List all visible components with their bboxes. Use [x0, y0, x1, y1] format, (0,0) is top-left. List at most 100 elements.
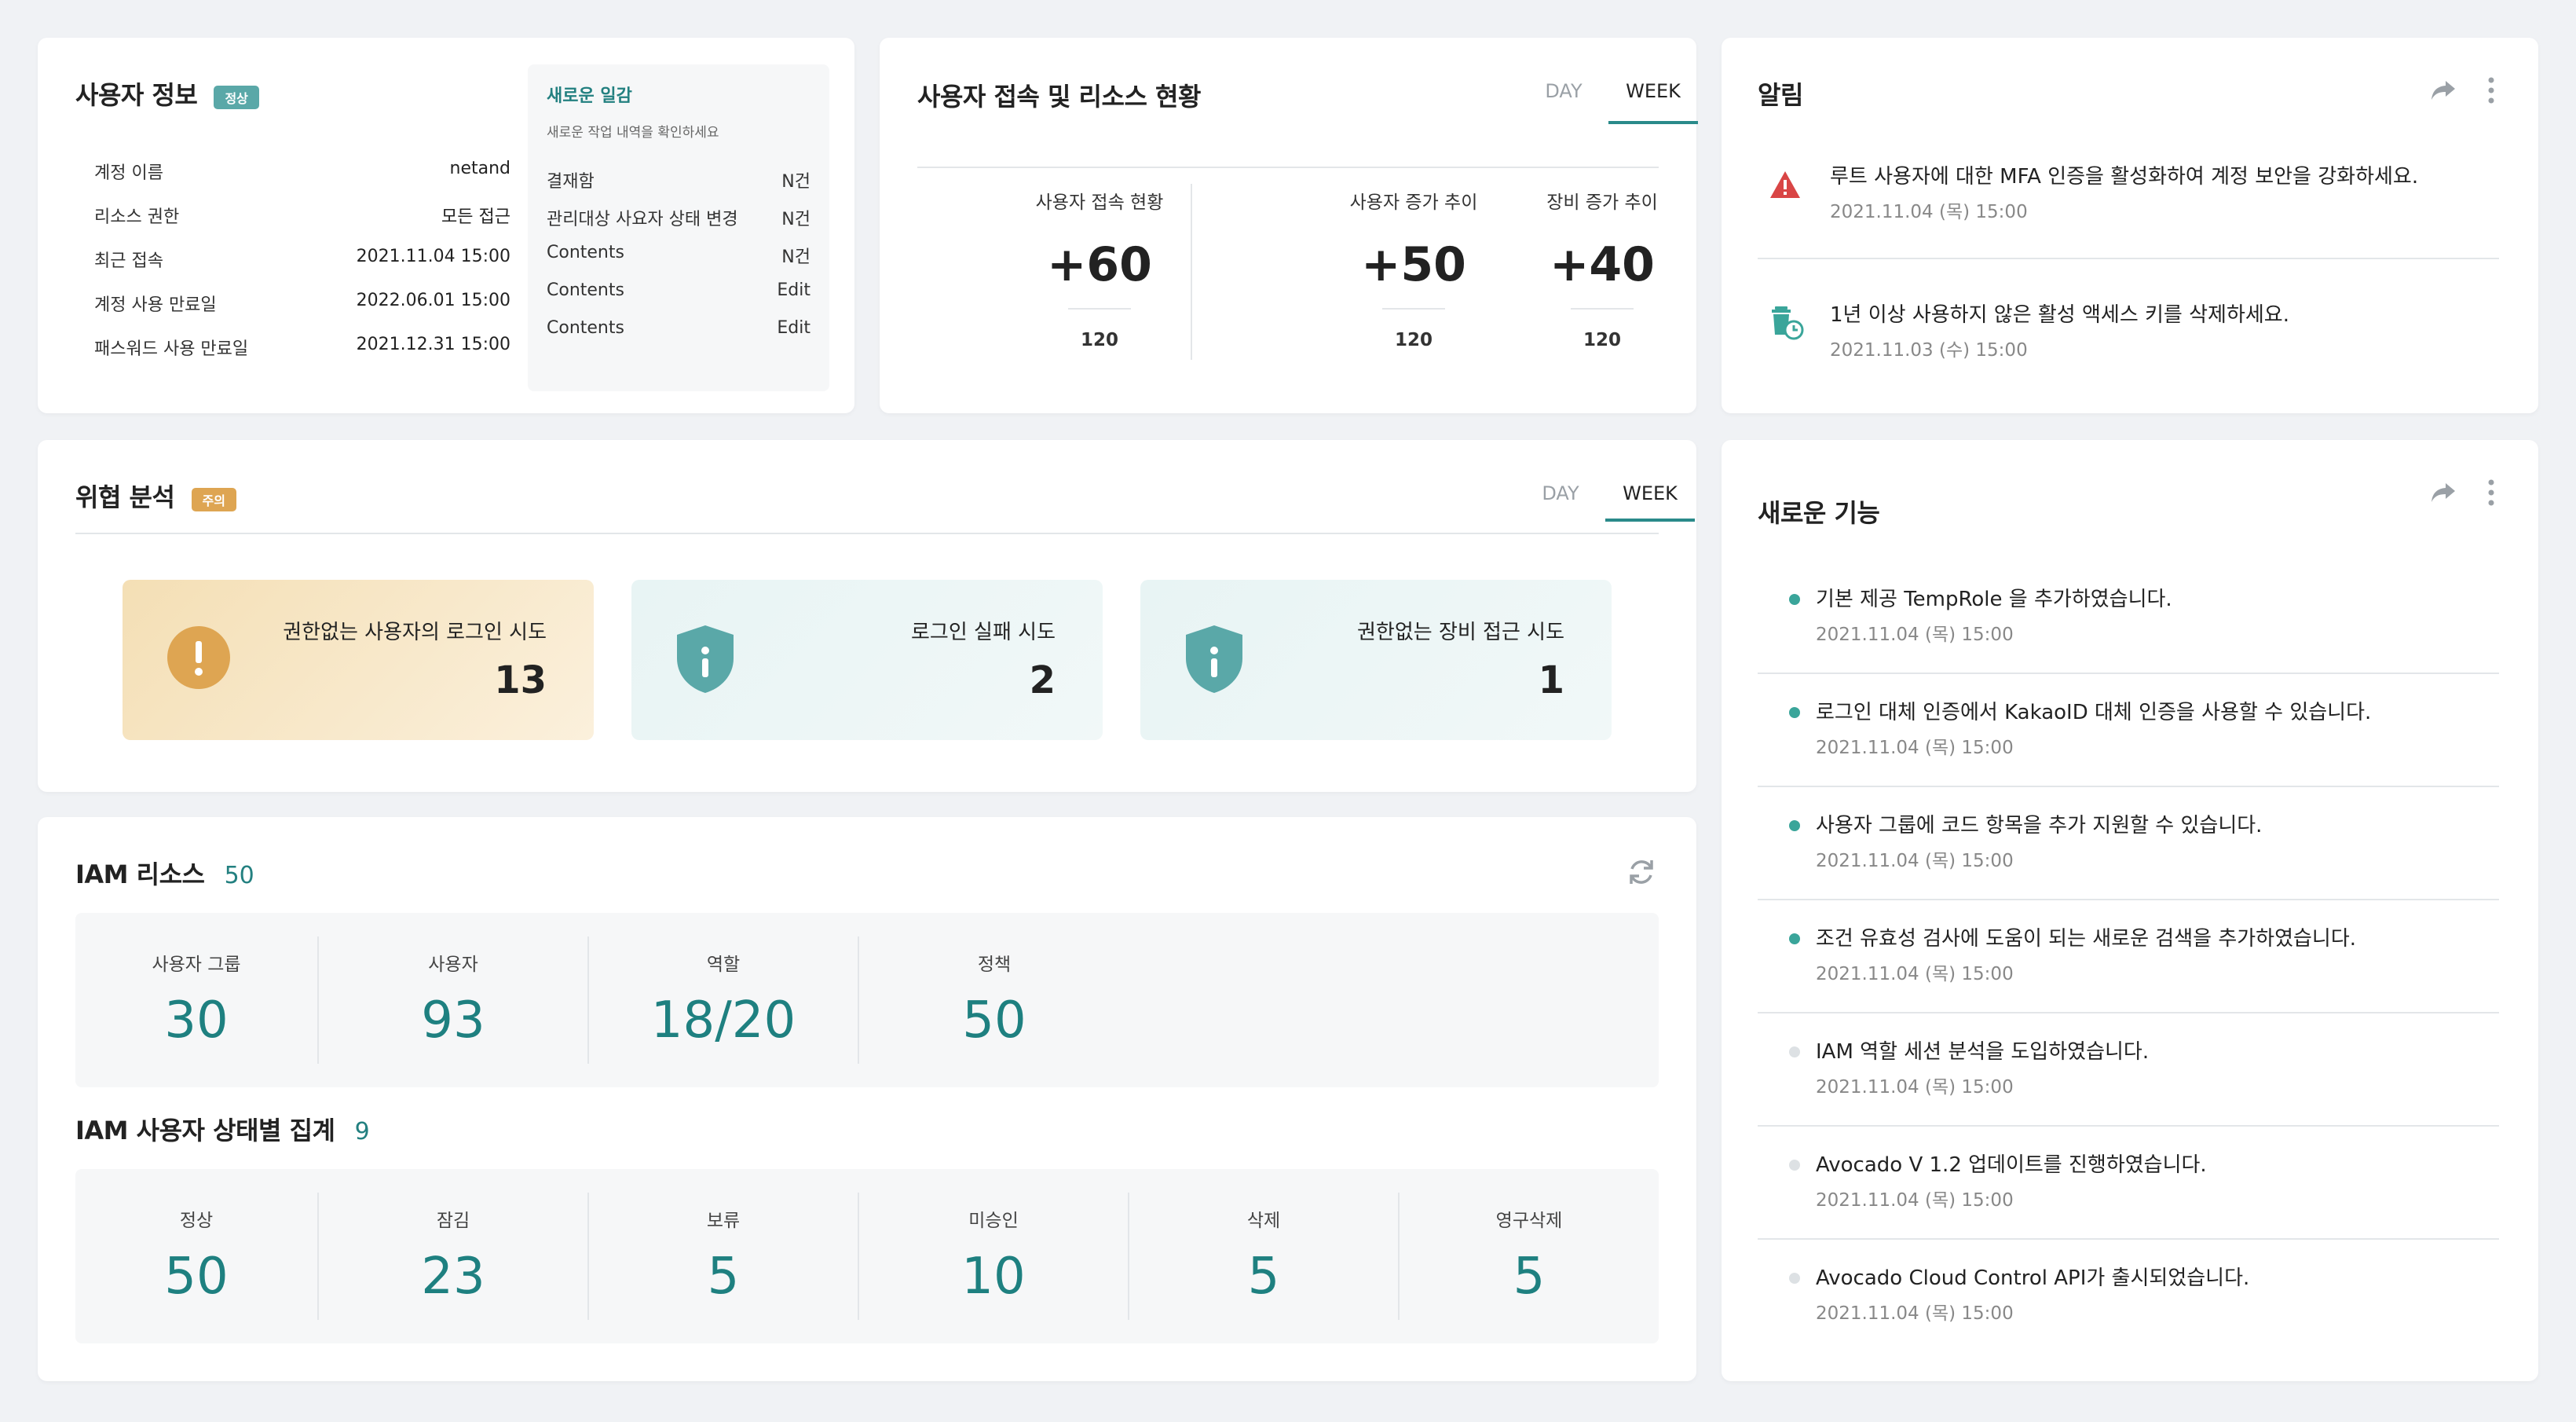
tab-day[interactable]: DAY — [1516, 482, 1605, 522]
stat-label: 장비 증가 추이 — [1546, 192, 1658, 213]
alert-date: 2021.11.03 (수) 15:00 — [1830, 340, 2028, 361]
feature-item[interactable]: 사용자 그룹에 코드 항목을 추가 지원할 수 있습니다. 2021.11.04… — [1758, 809, 2499, 888]
tab-week[interactable]: WEEK — [1605, 482, 1695, 522]
recent-task-row[interactable]: 관리대상 사요자 상태 변경 N건 — [547, 205, 810, 243]
unread-dot-icon — [1789, 820, 1800, 831]
iam-resource-title: IAM 리소스 — [75, 859, 205, 889]
feature-item[interactable]: IAM 역할 세션 분석을 도입하였습니다. 2021.11.04 (목) 15… — [1758, 1035, 2499, 1114]
read-dot-icon — [1789, 1046, 1800, 1057]
iam-label: 잠김 — [436, 1211, 470, 1231]
recent-task-label: Contents — [547, 243, 624, 262]
feature-item[interactable]: Avocado V 1.2 업데이트를 진행하였습니다. 2021.11.04 … — [1758, 1149, 2499, 1227]
iam-resource-user[interactable]: 사용자 93 — [319, 936, 589, 1064]
stat-value: +60 — [1047, 237, 1152, 292]
shield-info-icon — [1184, 624, 1244, 698]
stat-user-access: 사용자 접속 현황 +60 120 — [950, 187, 1249, 350]
divider — [1758, 786, 2499, 787]
user-info-title: 사용자 정보 — [75, 80, 198, 110]
share-icon[interactable] — [2430, 482, 2457, 507]
info-row-account-name: 계정 이름 netand — [94, 159, 510, 203]
more-vertical-icon[interactable] — [2488, 77, 2494, 107]
more-vertical-icon[interactable] — [2488, 479, 2494, 509]
feature-date: 2021.11.04 (목) 15:00 — [1816, 964, 2014, 984]
recent-task-row[interactable]: Contents Edit — [547, 280, 810, 318]
feature-item[interactable]: 조건 유효성 검사에 도움이 되는 새로운 검색을 추가하였습니다. 2021.… — [1758, 922, 2499, 1001]
recent-tasks-list: 결재함 N건 관리대상 사요자 상태 변경 N건 Contents N건 Con… — [547, 167, 810, 356]
info-value: 모든 접근 — [441, 207, 510, 227]
stat-separator — [1068, 308, 1131, 310]
info-row-account-expiry: 계정 사용 만료일 2022.06.01 15:00 — [94, 291, 510, 335]
threat-card-login-failure[interactable]: 로그인 실패 시도 2 — [631, 580, 1103, 740]
stat-sub: 120 — [1080, 330, 1118, 350]
iam-status-locked[interactable]: 잠김 23 — [319, 1193, 589, 1320]
threat-card-unauthorized-device[interactable]: 권한없는 장비 접근 시도 1 — [1140, 580, 1612, 740]
info-row-last-access: 최근 접속 2021.11.04 15:00 — [94, 247, 510, 291]
unread-dot-icon — [1789, 933, 1800, 944]
feature-item[interactable]: 기본 제공 TempRole 을 추가하였습니다. 2021.11.04 (목)… — [1758, 583, 2499, 662]
recent-task-row[interactable]: 결재함 N건 — [547, 167, 810, 205]
threat-label: 권한없는 장비 접근 시도 — [1357, 621, 1564, 644]
alert-item[interactable]: 1년 이상 사용하지 않은 활성 액세스 키를 삭제하세요. 2021.11.0… — [1758, 299, 2499, 377]
trash-clock-icon — [1769, 303, 1806, 344]
iam-resource-role[interactable]: 역할 18/20 — [589, 936, 859, 1064]
iam-card: IAM 리소스 50 사용자 그룹 30 사용자 93 역할 18/20 정책 … — [38, 817, 1696, 1381]
iam-label: 사용자 그룹 — [152, 955, 241, 975]
stat-separator — [1382, 308, 1445, 310]
divider — [1758, 1238, 2499, 1240]
iam-resource-user-group[interactable]: 사용자 그룹 30 — [75, 936, 319, 1064]
divider — [1191, 184, 1192, 360]
access-status-card: 사용자 접속 및 리소스 현황 DAY WEEK 사용자 접속 현황 +60 1… — [880, 38, 1698, 413]
recent-task-row[interactable]: Contents N건 — [547, 243, 810, 280]
feature-date: 2021.11.04 (목) 15:00 — [1816, 1303, 2014, 1324]
iam-label: 삭제 — [1246, 1211, 1281, 1231]
stat-separator — [1571, 308, 1634, 310]
iam-label: 미승인 — [968, 1211, 1019, 1231]
iam-status-unapproved[interactable]: 미승인 10 — [859, 1193, 1129, 1320]
tab-underline — [75, 533, 1659, 534]
divider — [1758, 258, 2499, 259]
tab-week[interactable]: WEEK — [1608, 80, 1698, 124]
refresh-icon[interactable] — [1626, 856, 1657, 891]
iam-value: 5 — [707, 1248, 740, 1306]
info-value: 2022.06.01 15:00 — [356, 291, 510, 310]
threat-value: 1 — [1538, 658, 1564, 702]
iam-label: 역할 — [706, 955, 741, 975]
iam-value: 18/20 — [650, 991, 796, 1050]
unread-dot-icon — [1789, 707, 1800, 718]
info-value: 2021.11.04 15:00 — [356, 247, 510, 266]
alert-item[interactable]: 루트 사용자에 대한 MFA 인증을 활성화하여 계정 보안을 강화하세요. 2… — [1758, 160, 2499, 239]
recent-tasks-title: 새로운 일감 — [547, 86, 632, 106]
recent-task-label: Contents — [547, 280, 624, 300]
feature-item[interactable]: 로그인 대체 인증에서 KakaoID 대체 인증을 사용할 수 있습니다. 2… — [1758, 696, 2499, 775]
divider — [1758, 1012, 2499, 1013]
feature-item[interactable]: Avocado Cloud Control API가 출시되었습니다. 2021… — [1758, 1262, 2499, 1340]
iam-resource-panel: 사용자 그룹 30 사용자 93 역할 18/20 정책 50 — [75, 913, 1659, 1087]
iam-status-pending[interactable]: 보류 5 — [589, 1193, 859, 1320]
share-icon[interactable] — [2430, 79, 2457, 104]
threat-analysis-card: 위협 분석 주의 DAY WEEK 권한없는 사용자의 로그인 시도 13 로그… — [38, 440, 1696, 792]
info-label: 계정 이름 — [94, 163, 163, 183]
threat-label: 로그인 실패 시도 — [911, 621, 1056, 644]
read-dot-icon — [1789, 1273, 1800, 1284]
recent-task-value: N건 — [781, 172, 810, 192]
iam-value: 5 — [1247, 1248, 1280, 1306]
iam-status-normal[interactable]: 정상 50 — [75, 1193, 319, 1320]
status-badge: 정상 — [214, 85, 259, 109]
iam-resource-policy[interactable]: 정책 50 — [859, 936, 1129, 1064]
recent-task-value: N건 — [781, 247, 810, 267]
iam-status-permanently-deleted[interactable]: 영구삭제 5 — [1400, 1193, 1659, 1320]
iam-status-panel: 정상 50 잠김 23 보류 5 미승인 10 삭제 5 영구삭제 5 — [75, 1169, 1659, 1343]
features-actions — [2430, 479, 2494, 509]
threat-card-unauthorized-login[interactable]: 권한없는 사용자의 로그인 시도 13 — [123, 580, 594, 740]
stat-device-growth: 장비 증가 추이 +40 120 — [1476, 187, 1728, 350]
info-label: 리소스 권한 — [94, 207, 180, 227]
iam-status-deleted[interactable]: 삭제 5 — [1129, 1193, 1400, 1320]
warning-triangle-icon — [1769, 170, 1802, 203]
recent-task-row[interactable]: Contents Edit — [547, 318, 810, 356]
alerts-title: 알림 — [1758, 80, 1803, 110]
tab-day[interactable]: DAY — [1519, 80, 1608, 124]
iam-value: 50 — [164, 1248, 229, 1306]
info-label: 최근 접속 — [94, 251, 163, 271]
access-period-tabs: DAY WEEK — [1519, 80, 1698, 124]
tab-underline — [917, 167, 1659, 168]
